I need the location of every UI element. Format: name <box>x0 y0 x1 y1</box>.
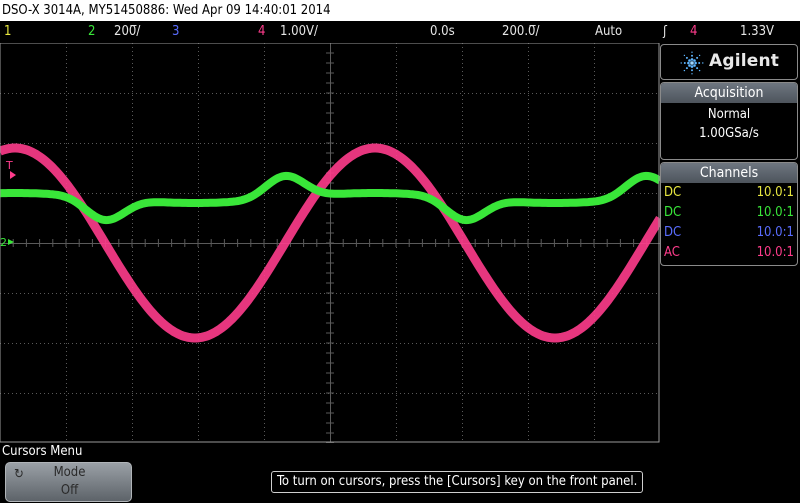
window-title-bar: DSO-X 3014A, MY51450886: Wed Apr 09 14:4… <box>0 0 800 21</box>
trigger-mode: Auto <box>595 24 623 39</box>
channel-row-1[interactable]: DC 10.0:1 <box>661 183 797 203</box>
channel-row-3[interactable]: DC 10.0:1 <box>661 223 797 243</box>
channel-probe: 10.0:1 <box>756 245 794 260</box>
trigger-level-marker: T <box>5 159 13 172</box>
trigger-source: 4 <box>690 24 698 39</box>
time-scale: 200.0̅/ <box>502 24 540 39</box>
channel-row-4[interactable]: AC 10.0:1 <box>661 243 797 263</box>
softkey-label: Mode <box>53 465 86 480</box>
channels-title: Channels <box>661 163 797 183</box>
acquisition-title: Acquisition <box>661 83 797 103</box>
time-delay: 0.0s <box>430 24 455 39</box>
status-message: To turn on cursors, press the [Cursors] … <box>271 471 644 493</box>
acquisition-mode: Normal <box>707 107 751 122</box>
channel-probe: 10.0:1 <box>756 185 794 200</box>
waveform-display[interactable]: T 2 <box>0 43 660 443</box>
ch2-scale: 200̅/ <box>114 24 141 39</box>
status-bar: 1 2 200̅/ 3 4 1.00V/ 0.0s 200.0̅/ Auto ʃ… <box>0 21 800 43</box>
channel-probe: 10.0:1 <box>756 205 794 220</box>
ch1-label[interactable]: 1 <box>4 21 11 43</box>
channel-coupling: DC <box>664 205 682 220</box>
trigger-level: 1.33V <box>740 24 775 39</box>
channels-panel: Channels DC 10.0:1 DC 10.0:1 DC 10.0:1 A… <box>660 162 798 266</box>
channel-coupling: DC <box>664 185 682 200</box>
softkey-value: Off <box>60 483 79 498</box>
menu-title: Cursors Menu <box>2 444 83 459</box>
trigger-edge-icon: ʃ <box>663 24 667 39</box>
brand-logo-box: Agilent <box>660 44 798 80</box>
ch2-label[interactable]: 2 <box>88 21 95 43</box>
channel-row-2[interactable]: DC 10.0:1 <box>661 203 797 223</box>
ch4-label[interactable]: 4 <box>258 21 265 43</box>
mode-softkey[interactable]: ↻ Mode Off <box>5 462 132 502</box>
brand-name: Agilent <box>709 51 780 71</box>
channel-coupling: AC <box>664 245 680 260</box>
window-title: DSO-X 3014A, MY51450886: Wed Apr 09 14:4… <box>2 3 331 18</box>
sample-rate: 1.00GSa/s <box>699 126 759 141</box>
ch2-ground-marker: 2 <box>0 236 7 249</box>
channel-coupling: DC <box>664 225 682 240</box>
ch3-label[interactable]: 3 <box>172 21 179 43</box>
ch4-scale: 1.00V/ <box>280 24 318 39</box>
acquisition-panel: Acquisition Normal 1.00GSa/s <box>660 82 798 160</box>
agilent-spark-icon <box>680 51 704 75</box>
channel-probe: 10.0:1 <box>756 225 794 240</box>
